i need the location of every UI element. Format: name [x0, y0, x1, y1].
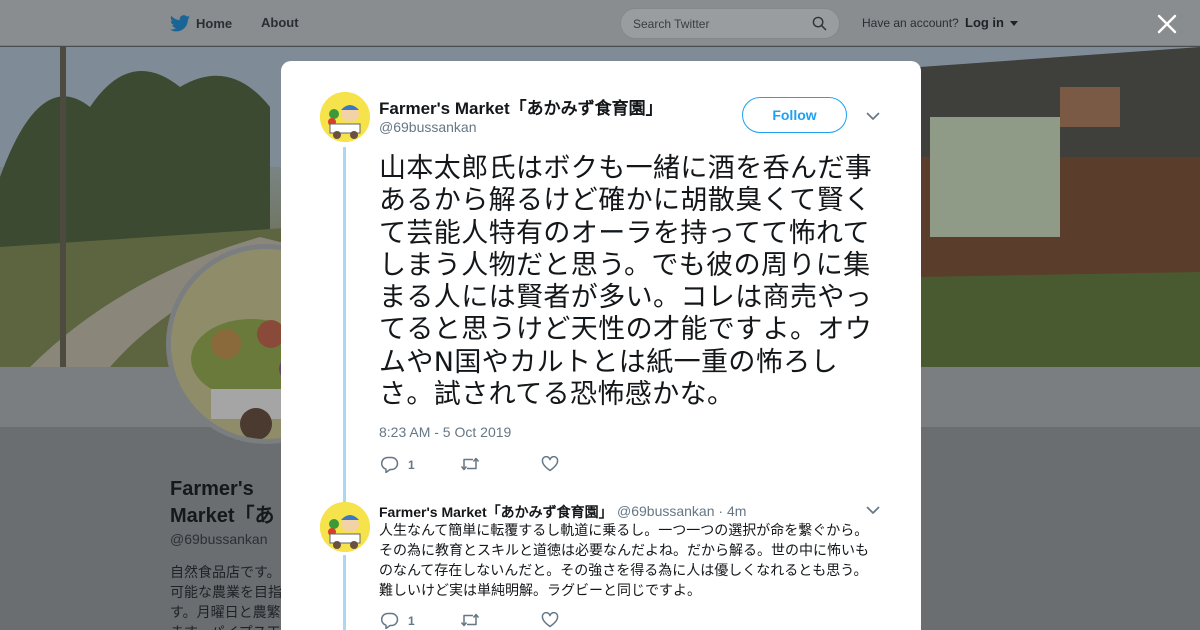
account-prompt: Have an account? [862, 16, 959, 30]
login-dropdown[interactable]: Log in [965, 15, 1018, 30]
tweet-timestamp[interactable]: 8:23 AM - 5 Oct 2019 [379, 424, 511, 440]
reply-count: 1 [408, 457, 415, 472]
retweet-icon [460, 457, 480, 471]
reply-meta: @69bussankan · 4m [617, 503, 746, 519]
caret-down-icon [1009, 21, 1018, 27]
retweet-action[interactable] [460, 456, 489, 472]
nav-home[interactable]: Home [170, 15, 232, 32]
follow-button[interactable]: Follow [742, 97, 847, 133]
reply-icon [381, 456, 399, 473]
reply-time-ago[interactable]: · 4m [718, 503, 746, 519]
reply-action[interactable]: 1 [381, 456, 415, 473]
retweet-icon [460, 613, 480, 627]
tweet-author-handle[interactable]: @69bussankan [379, 119, 477, 135]
search-input[interactable]: Search Twitter [620, 8, 840, 39]
twitter-bird-icon [170, 15, 190, 32]
chevron-down-icon[interactable] [866, 112, 880, 121]
profile-name: Farmer's Market「あかみず食育園」 [170, 478, 275, 527]
search-icon[interactable] [812, 16, 827, 31]
author-avatar[interactable] [320, 92, 370, 142]
profile-handle: @69bussankan [170, 531, 268, 547]
farmer-avatar-icon [320, 502, 370, 552]
farmer-avatar-icon [320, 92, 370, 142]
chevron-down-icon[interactable] [866, 506, 880, 515]
thread-connector-line [343, 555, 346, 630]
thread-connector-line [343, 147, 346, 502]
tweet-text: 山本太郎氏はボクも一緒に酒を呑んだ事あるから解るけど確かに胡散臭くて賢くて芸能人… [379, 153, 873, 411]
profile-bio: 自然食品店です。可能な農業を目指す。月曜日と農繁ます。パイプス工 [170, 564, 282, 630]
reply-action[interactable]: 1 [381, 612, 415, 629]
reply-text: 人生なんて簡単に転覆するし軌道に乗るし。一つ一つの選択が命を繋ぐから。その為に教… [379, 523, 869, 599]
close-icon[interactable] [1156, 13, 1178, 35]
nav-home-label: Home [196, 16, 233, 31]
retweet-action[interactable] [460, 612, 480, 628]
nav-about[interactable]: About [261, 15, 299, 30]
login-label: Log in [965, 15, 1004, 30]
like-action[interactable] [541, 612, 559, 628]
heart-icon [541, 456, 559, 472]
like-action[interactable] [541, 456, 568, 472]
heart-icon [541, 612, 559, 628]
reply-author-avatar[interactable] [320, 502, 370, 552]
reply-author-name[interactable]: Farmer's Market「あかみず食育園」 [379, 502, 613, 522]
reply-icon [381, 612, 399, 629]
tweet-author-name[interactable]: Farmer's Market「あかみず食育園」 [379, 94, 663, 119]
top-navigation-bar: Home About Search Twitter Have an accoun… [0, 0, 1200, 46]
search-placeholder: Search Twitter [633, 17, 710, 31]
reply-count: 1 [408, 613, 415, 628]
reply-author-handle[interactable]: @69bussankan [617, 503, 715, 519]
